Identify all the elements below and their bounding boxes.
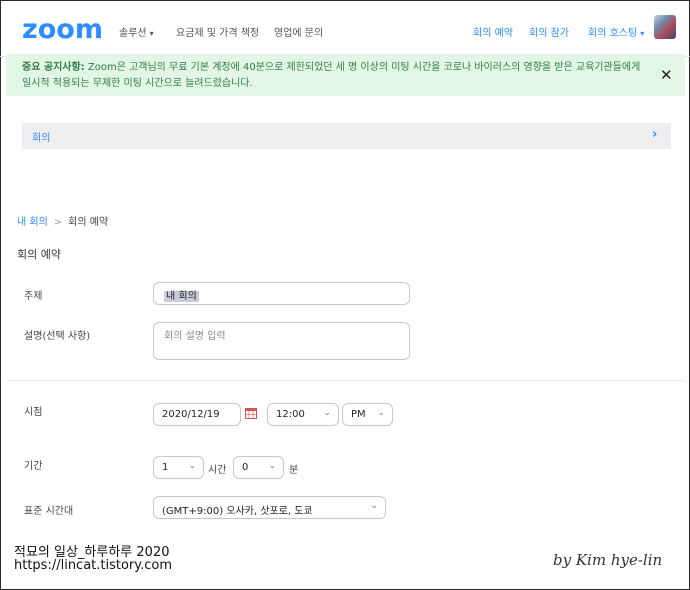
zoom-logo[interactable]: zoom (22, 14, 103, 45)
description-textarea[interactable]: 회의 설명 입력 (153, 322, 410, 360)
notice-text: 중요 공지사항: Zoom은 고객님의 무료 기본 계정에 40분으로 제한되었… (22, 60, 652, 92)
nav-schedule-meeting[interactable]: 회의 예약 (473, 24, 513, 39)
hours-select[interactable]: 1 ⌄ (153, 456, 204, 479)
chevron-down-icon: ⌄ (377, 408, 385, 418)
date-value: 2020/12/19 (162, 409, 220, 420)
chevron-down-icon: ⌄ (188, 461, 196, 471)
topic-input[interactable]: 내 회의 (153, 282, 410, 305)
nav-host-meeting[interactable]: 회의 호스팅 ▾ (588, 24, 644, 39)
topic-value: 내 회의 (164, 291, 199, 302)
timezone-label: 표준 시간대 (24, 506, 74, 517)
nav-join-meeting[interactable]: 회의 참가 (529, 24, 569, 39)
chevron-right-icon: › (652, 127, 658, 142)
minutes-value: 0 (242, 462, 249, 473)
section-bar-label: 회의 (32, 133, 51, 144)
date-input[interactable]: 2020/12/19 (153, 403, 241, 426)
time-select[interactable]: 12:00 ⌄ (267, 403, 339, 426)
watermark-signature: by Kim hye-lin (553, 551, 663, 569)
chevron-down-icon: ▾ (149, 29, 154, 38)
breadcrumb-my-meetings[interactable]: 내 회의 (17, 217, 48, 228)
nav-pricing-label: 요금제 및 가격 책정 (176, 28, 260, 39)
section-divider (6, 380, 685, 381)
minutes-select[interactable]: 0 ⌄ (233, 456, 284, 479)
nav-schedule-meeting-label: 회의 예약 (473, 28, 513, 39)
nav-join-meeting-label: 회의 참가 (529, 28, 569, 39)
description-placeholder: 회의 설명 입력 (164, 331, 226, 342)
timezone-value: (GMT+9:00) 오사카, 삿포로, 도쿄 (162, 506, 313, 517)
ampm-value: PM (351, 409, 366, 420)
duration-label: 기간 (24, 461, 43, 472)
calendar-icon[interactable] (245, 407, 257, 419)
notice-title: 중요 공지사항: (22, 62, 85, 73)
nav-solutions[interactable]: 솔루션 ▾ (119, 24, 154, 39)
time-value: 12:00 (276, 409, 305, 420)
topic-label: 주제 (24, 291, 43, 302)
chevron-down-icon: ⌄ (268, 461, 276, 471)
close-icon[interactable]: ✕ (660, 66, 673, 84)
chevron-down-icon: ▾ (640, 29, 645, 38)
page-title: 회의 예약 (17, 248, 61, 261)
nav-host-meeting-label: 회의 호스팅 (588, 28, 638, 39)
notice-banner: 중요 공지사항: Zoom은 고객님의 무료 기본 계정에 40분으로 제한되었… (6, 54, 685, 96)
hours-value: 1 (162, 462, 169, 473)
breadcrumb: 내 회의 > 회의 예약 (17, 213, 108, 228)
avatar[interactable] (654, 15, 676, 39)
minutes-unit: 분 (289, 465, 299, 476)
top-navigation: zoom 솔루션 ▾ 요금제 및 가격 책정 영업에 문의 회의 예약 회의 참가… (0, 0, 690, 57)
nav-contact-sales[interactable]: 영업에 문의 (274, 24, 323, 39)
chevron-down-icon: ⌄ (370, 501, 378, 511)
section-bar[interactable]: 회의 › (22, 123, 671, 149)
when-label: 시점 (24, 407, 43, 418)
description-label: 설명(선택 사항) (24, 331, 91, 342)
breadcrumb-separator: > (53, 217, 63, 228)
nav-pricing[interactable]: 요금제 및 가격 책정 (176, 24, 259, 39)
chevron-down-icon: ⌄ (323, 408, 331, 418)
nav-contact-sales-label: 영업에 문의 (274, 28, 324, 39)
watermark-url: https://lincat.tistory.com (14, 558, 173, 573)
nav-solutions-label: 솔루션 (119, 28, 147, 39)
hours-unit: 시간 (208, 465, 227, 476)
breadcrumb-current: 회의 예약 (68, 217, 109, 228)
timezone-select[interactable]: (GMT+9:00) 오사카, 삿포로, 도쿄 ⌄ (153, 496, 386, 519)
ampm-select[interactable]: PM ⌄ (342, 403, 393, 426)
notice-body: Zoom은 고객님의 무료 기본 계정에 40분으로 제한되었던 세 명 이상의… (22, 62, 641, 89)
